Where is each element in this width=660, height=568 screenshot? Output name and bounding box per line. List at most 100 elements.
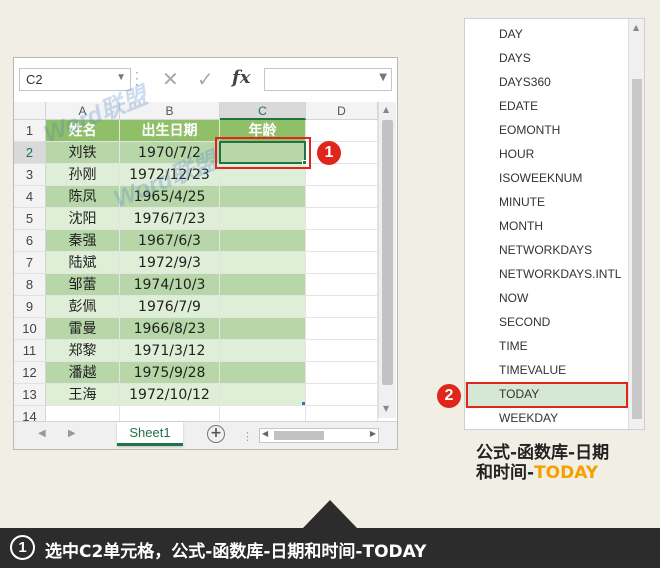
cell-c10[interactable] <box>220 318 306 340</box>
cell-d7[interactable] <box>306 252 378 274</box>
cell-a4[interactable]: 陈凤 <box>46 186 120 208</box>
cell-b3[interactable]: 1972/12/23 <box>120 164 220 186</box>
cell-a1[interactable]: 姓名 <box>46 120 120 142</box>
cell-a10[interactable]: 雷曼 <box>46 318 120 340</box>
cell-c13[interactable] <box>220 384 306 406</box>
cell-b13[interactable]: 1972/10/12 <box>120 384 220 406</box>
cell-b11[interactable]: 1971/3/12 <box>120 340 220 362</box>
cell-c8[interactable] <box>220 274 306 296</box>
horizontal-scrollbar[interactable]: ◀ ▶ <box>259 428 379 443</box>
cell-a6[interactable]: 秦强 <box>46 230 120 252</box>
function-item-days360[interactable]: DAYS360 <box>465 70 627 94</box>
row-header-12[interactable]: 12 <box>14 362 46 384</box>
scroll-thumb[interactable] <box>382 120 393 385</box>
cell-b10[interactable]: 1966/8/23 <box>120 318 220 340</box>
cell-a12[interactable]: 潘越 <box>46 362 120 384</box>
cell-d11[interactable] <box>306 340 378 362</box>
cancel-icon[interactable]: ✕ <box>162 67 179 91</box>
cell-b12[interactable]: 1975/9/28 <box>120 362 220 384</box>
cell-a13[interactable]: 王海 <box>46 384 120 406</box>
scroll-up-icon[interactable]: ▲ <box>633 23 639 32</box>
cell-a11[interactable]: 郑黎 <box>46 340 120 362</box>
row-header-6[interactable]: 6 <box>14 230 46 252</box>
chevron-down-icon[interactable]: ▼ <box>116 72 126 83</box>
vertical-scrollbar[interactable]: ▲ ▼ <box>378 102 396 418</box>
select-all-corner[interactable] <box>14 102 46 120</box>
function-item-eomonth[interactable]: EOMONTH <box>465 118 627 142</box>
cell-b6[interactable]: 1967/6/3 <box>120 230 220 252</box>
tab-split-icon[interactable]: ⋮ <box>242 430 253 443</box>
scroll-up-icon[interactable]: ▲ <box>383 105 389 114</box>
cell-b5[interactable]: 1976/7/23 <box>120 208 220 230</box>
formula-input[interactable]: ▼ <box>264 68 392 91</box>
sheet-tab[interactable]: Sheet1 <box>117 422 183 446</box>
cell-b7[interactable]: 1972/9/3 <box>120 252 220 274</box>
scroll-thumb[interactable] <box>274 431 324 440</box>
row-header-2[interactable]: 2 <box>14 142 46 164</box>
cell-c7[interactable] <box>220 252 306 274</box>
function-item-edate[interactable]: EDATE <box>465 94 627 118</box>
function-item-now[interactable]: NOW <box>465 286 627 310</box>
row-header-5[interactable]: 5 <box>14 208 46 230</box>
column-header-a[interactable]: A <box>46 102 120 120</box>
cell-d13[interactable] <box>306 384 378 406</box>
function-item-isoweeknum[interactable]: ISOWEEKNUM <box>465 166 627 190</box>
cell-d4[interactable] <box>306 186 378 208</box>
function-item-hour[interactable]: HOUR <box>465 142 627 166</box>
cell-b9[interactable]: 1976/7/9 <box>120 296 220 318</box>
cell-b1[interactable]: 出生日期 <box>120 120 220 142</box>
function-item-weekday[interactable]: WEEKDAY <box>465 406 627 429</box>
cell-c6[interactable] <box>220 230 306 252</box>
cell-a2[interactable]: 刘铁 <box>46 142 120 164</box>
column-header-b[interactable]: B <box>120 102 220 120</box>
prev-sheet-icon[interactable]: ◀ <box>38 428 46 439</box>
row-header-8[interactable]: 8 <box>14 274 46 296</box>
cell-d9[interactable] <box>306 296 378 318</box>
function-item-day[interactable]: DAY <box>465 22 627 46</box>
name-box[interactable]: C2 ▼ <box>19 68 131 91</box>
cell-c9[interactable] <box>220 296 306 318</box>
add-sheet-icon[interactable]: + <box>207 425 225 443</box>
function-list-scrollbar[interactable]: ▲ <box>628 19 644 429</box>
cell-c5[interactable] <box>220 208 306 230</box>
cell-d3[interactable] <box>306 164 378 186</box>
row-header-10[interactable]: 10 <box>14 318 46 340</box>
enter-icon[interactable]: ✓ <box>197 67 214 91</box>
cell-d10[interactable] <box>306 318 378 340</box>
cell-d12[interactable] <box>306 362 378 384</box>
cell-a9[interactable]: 彭佩 <box>46 296 120 318</box>
column-header-d[interactable]: D <box>306 102 378 120</box>
function-item-days[interactable]: DAYS <box>465 46 627 70</box>
function-item-networkdays-intl[interactable]: NETWORKDAYS.INTL <box>465 262 627 286</box>
next-sheet-icon[interactable]: ▶ <box>68 428 76 439</box>
cell-b4[interactable]: 1965/4/25 <box>120 186 220 208</box>
scroll-thumb[interactable] <box>632 79 642 419</box>
row-header-3[interactable]: 3 <box>14 164 46 186</box>
cell-a8[interactable]: 邹蕾 <box>46 274 120 296</box>
row-header-9[interactable]: 9 <box>14 296 46 318</box>
cell-d6[interactable] <box>306 230 378 252</box>
row-header-7[interactable]: 7 <box>14 252 46 274</box>
row-header-13[interactable]: 13 <box>14 384 46 406</box>
column-header-c[interactable]: C <box>220 102 306 120</box>
cell-b8[interactable]: 1974/10/3 <box>120 274 220 296</box>
cell-c11[interactable] <box>220 340 306 362</box>
cell-d8[interactable] <box>306 274 378 296</box>
row-header-4[interactable]: 4 <box>14 186 46 208</box>
cell-a7[interactable]: 陆斌 <box>46 252 120 274</box>
function-item-minute[interactable]: MINUTE <box>465 190 627 214</box>
function-item-second[interactable]: SECOND <box>465 310 627 334</box>
cell-d1[interactable] <box>306 120 378 142</box>
function-item-networkdays[interactable]: NETWORKDAYS <box>465 238 627 262</box>
function-item-month[interactable]: MONTH <box>465 214 627 238</box>
row-header-11[interactable]: 11 <box>14 340 46 362</box>
insert-function-icon[interactable]: fx <box>232 67 250 88</box>
drag-handle-icon[interactable]: · · · <box>135 67 139 91</box>
cell-a5[interactable]: 沈阳 <box>46 208 120 230</box>
cell-c12[interactable] <box>220 362 306 384</box>
function-item-time[interactable]: TIME <box>465 334 627 358</box>
cell-c4[interactable] <box>220 186 306 208</box>
scroll-down-icon[interactable]: ▼ <box>383 404 389 413</box>
cell-b2[interactable]: 1970/7/2 <box>120 142 220 164</box>
scroll-left-icon[interactable]: ◀ <box>262 429 268 438</box>
